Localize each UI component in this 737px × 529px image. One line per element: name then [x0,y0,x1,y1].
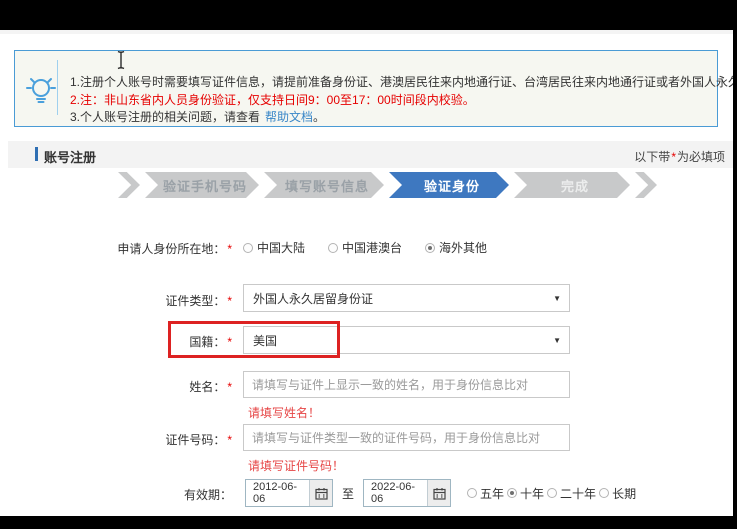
help-doc-link[interactable]: 帮助文档 [265,110,313,124]
calendar-icon [315,487,328,500]
notice-line-2: 2.注：非山东省内人员身份验证，仅支持日间9：00至17：00时间段内校验。 [70,93,475,107]
id-number-label: 证件号码：* [0,431,232,448]
step-wizard: 验证手机号码 填写账号信息 验证身份 完成 [118,172,657,198]
location-radio-group: 中国大陆 中国港澳台 海外其他 [243,239,510,256]
radio-checked-icon[interactable] [507,488,517,498]
radio-overseas-other[interactable]: 海外其他 [425,239,487,256]
required-star: * [227,242,232,256]
name-label: 姓名：* [0,378,232,395]
registration-page: 1.注册个人账号时需要填写证件信息，请提前准备身份证、港澳居民往来内地通行证、台… [0,0,737,529]
nationality-label: 国籍：* [0,333,232,350]
cert-type-select[interactable]: 外国人永久居留身份证 ▼ [243,284,570,312]
notice-divider [57,60,58,115]
notice-line-3-suffix: 。 [313,110,325,124]
valid-from-input[interactable]: 2012-06-06 [245,479,333,507]
lightbulb-icon [26,73,56,109]
notice-line-3: 3.个人账号注册的相关问题，请查看帮助文档。 [70,110,325,124]
step-complete: 完成 [514,172,630,198]
radio-icon[interactable] [243,243,253,253]
required-star: * [227,294,232,308]
radio-icon[interactable] [547,488,557,498]
duration-radio-group: 五年 十年 二十年 长期 [467,485,639,502]
top-shade-strip [0,30,733,34]
id-number-input[interactable] [243,424,570,451]
valid-to-input[interactable]: 2022-06-06 [363,479,451,507]
page-title: 账号注册 [35,147,96,166]
location-label: 申请人身份所在地：* [0,240,232,257]
calendar-button[interactable] [427,480,450,506]
section-header: 账号注册 以下带*为必填项 [8,141,733,168]
cert-type-value: 外国人永久居留身份证 [253,290,373,307]
radio-mainland-china[interactable]: 中国大陆 [243,239,305,256]
validity-label: 有效期： [0,486,232,503]
validity-row: 2012-06-06 至 2022-06-06 [245,479,639,507]
valid-from-value: 2012-06-06 [246,480,309,506]
radio-hk-macao-taiwan[interactable]: 中国港澳台 [328,239,402,256]
notice-line-3-text: 3.个人账号注册的相关问题，请查看 [70,110,260,124]
required-star: * [227,380,232,394]
required-star: * [227,335,232,349]
calendar-button[interactable] [309,480,332,506]
step-verify-identity: 验证身份 [389,172,509,198]
nationality-value: 美国 [253,332,277,349]
valid-to-value: 2022-06-06 [364,480,427,506]
nationality-select[interactable]: 美国 ▼ [243,326,570,354]
radio-icon[interactable] [467,488,477,498]
required-star: * [227,433,232,447]
text-cursor-icon [115,50,127,70]
caret-down-icon: ▼ [553,336,561,345]
radio-ten-years[interactable]: 十年 [507,485,544,502]
chevron-trail-icon [635,172,657,198]
radio-five-years[interactable]: 五年 [467,485,504,502]
required-star: * [670,150,677,164]
calendar-icon [433,487,446,500]
date-range-separator: 至 [342,485,354,502]
step-account-info: 填写账号信息 [264,172,384,198]
window-chrome-right [733,0,737,529]
required-hint: 以下带*为必填项 [634,148,725,165]
radio-twenty-years[interactable]: 二十年 [547,485,596,502]
window-chrome-bottom [0,516,737,529]
caret-down-icon: ▼ [553,294,561,303]
radio-icon[interactable] [328,243,338,253]
radio-checked-icon[interactable] [425,243,435,253]
notice-line-1: 1.注册个人账号时需要填写证件信息，请提前准备身份证、港澳居民往来内地通行证、台… [70,75,737,89]
name-input[interactable] [243,371,570,398]
id-number-error: 请填写证件号码！ [248,457,344,474]
radio-long-term[interactable]: 长期 [599,485,636,502]
name-error: 请填写姓名！ [248,404,320,421]
step-verify-phone: 验证手机号码 [145,172,259,198]
chevron-lead-icon [118,172,140,198]
cert-type-label: 证件类型：* [0,292,232,309]
radio-icon[interactable] [599,488,609,498]
window-chrome-top [0,0,737,30]
